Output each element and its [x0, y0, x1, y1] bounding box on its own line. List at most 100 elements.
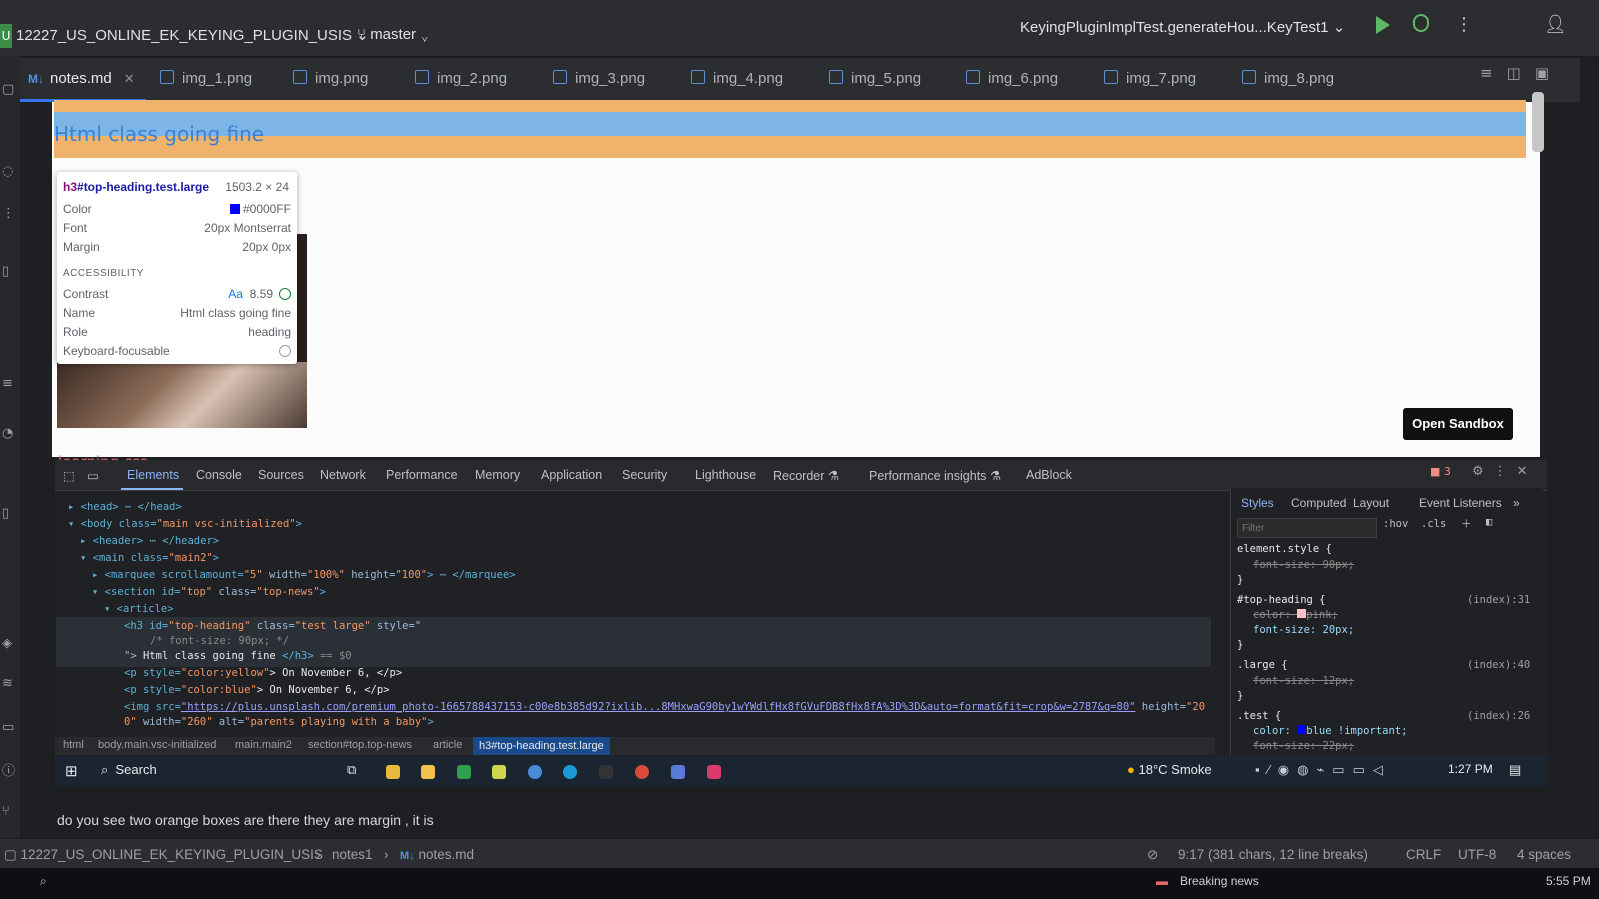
run-configuration-selector[interactable]: KeyingPluginImplTest.generateHou...KeyTe… [1020, 18, 1345, 36]
computed-sidebar-icon[interactable]: ◧ [1486, 516, 1492, 528]
css-property[interactable]: color: blue !important; [1253, 725, 1407, 737]
dom-node-p-yellow[interactable]: <p style="color:yellow"> On November 6, … [124, 667, 402, 679]
breadcrumb-file[interactable]: M↓ notes.md [400, 847, 474, 862]
dom-node-body[interactable]: ▾ <body class="main vsc-initialized"> [68, 518, 302, 530]
line-separator[interactable]: CRLF [1406, 847, 1441, 862]
dom-node-article[interactable]: ▾ <article> [104, 603, 174, 615]
commit-tool-icon[interactable]: ◌ [2, 164, 13, 179]
close-icon[interactable]: ✕ [124, 71, 135, 86]
editor-only-icon[interactable]: ≡ [1480, 64, 1507, 82]
preview-scrollbar[interactable] [1532, 92, 1544, 152]
tab-performance-insights[interactable]: Performance insights ⚗ [869, 468, 1001, 483]
news-ticker[interactable]: Breaking news [1180, 874, 1259, 888]
dom-node-section[interactable]: ▾ <section id="top" class="top-news"> [92, 586, 326, 598]
tab-event-listeners[interactable]: Event Listeners [1419, 496, 1502, 510]
taskbar-search[interactable]: ⌕ Search [101, 762, 157, 778]
tab-img-4[interactable]: img_4.png [691, 70, 783, 87]
more-icon[interactable]: ⋮ [1494, 464, 1517, 479]
css-property[interactable]: color: pink; [1253, 609, 1338, 621]
caret-position[interactable]: 9:17 (381 chars, 12 line breaks) [1178, 847, 1368, 862]
dom-node-header[interactable]: ▸ <header> ⋯ </header> [80, 535, 219, 547]
split-view-icon[interactable]: ◫ [1507, 64, 1535, 82]
intellij-icon[interactable] [707, 765, 721, 779]
tab-img-7[interactable]: img_7.png [1104, 70, 1196, 87]
tab-img[interactable]: img.png [293, 70, 368, 87]
tab-console[interactable]: Console [196, 468, 242, 482]
os-clock[interactable]: 5:55 PM [1546, 874, 1591, 888]
app-icon[interactable] [457, 765, 471, 779]
file-explorer-icon[interactable] [421, 765, 435, 779]
plugins-tool-icon[interactable]: ◈ [2, 636, 12, 651]
tab-styles[interactable]: Styles [1241, 496, 1274, 510]
project-tool-icon[interactable]: ▢ [2, 82, 14, 97]
crumb-h3[interactable]: h3#top-heading.test.large [473, 737, 610, 755]
dom-node-head[interactable]: ▸ <head> ⋯ </head> [68, 501, 182, 513]
browser-icon[interactable] [635, 765, 649, 779]
breadcrumb-folder[interactable]: notes1 [332, 847, 373, 862]
dom-node-img[interactable]: <img src="https://plus.unsplash.com/prem… [124, 701, 1205, 713]
notifications-icon[interactable]: ▤ [1509, 762, 1521, 778]
run-icon[interactable] [1376, 16, 1390, 34]
tab-memory[interactable]: Memory [475, 468, 520, 482]
system-tray-icons[interactable]: ▪∕◉◍⌁▭▭◁ [1255, 762, 1391, 778]
more-icon[interactable]: ⋮ [1455, 14, 1473, 35]
tab-elements[interactable]: Elements [127, 468, 179, 482]
markdown-paragraph[interactable]: do you see two orange boxes are there th… [57, 812, 434, 828]
database-tool-icon[interactable]: ▯ [2, 506, 9, 521]
tab-performance[interactable]: Performance [386, 468, 458, 482]
taskbar-clock[interactable]: 1:27 PM [1448, 762, 1493, 776]
tab-recorder[interactable]: Recorder ⚗ [773, 468, 839, 483]
tab-img-3[interactable]: img_3.png [553, 70, 645, 87]
tab-computed[interactable]: Computed [1291, 496, 1346, 510]
services-tool-icon[interactable]: ◔ [2, 426, 13, 441]
user-icon[interactable]: 👤︎ [1544, 14, 1567, 35]
crumb-article[interactable]: article [433, 739, 462, 751]
crumb-main[interactable]: main.main2 [235, 739, 292, 751]
tab-notes-md[interactable]: M↓ notes.md ✕ [28, 70, 135, 87]
error-count-badge[interactable]: ■ 3 [1430, 465, 1451, 478]
breadcrumb-project[interactable]: ▢ 12227_US_ONLINE_EK_KEYING_PLUGIN_USIS [4, 847, 323, 863]
rule-source-link[interactable]: (index):40 [1467, 659, 1530, 671]
weather-widget[interactable]: ● 18°C Smoke [1127, 762, 1212, 777]
bookmarks-tool-icon[interactable]: ▯ [2, 264, 9, 279]
task-view-icon[interactable]: ⧉ [347, 762, 356, 778]
open-sandbox-button[interactable]: Open Sandbox [1403, 408, 1513, 440]
tab-img-8[interactable]: img_8.png [1242, 70, 1334, 87]
structure-tool-icon[interactable]: ⋮ [2, 206, 15, 221]
settings-gear-icon[interactable]: ⚙ [1472, 464, 1494, 479]
dom-node-marquee[interactable]: ▸ <marquee scrollamount="5" width="100%"… [92, 569, 516, 581]
terminal-tool-icon[interactable]: ▭ [2, 720, 14, 735]
dom-node-p-blue[interactable]: <p style="color:blue"> On November 6, </… [124, 684, 390, 696]
no-inspections-icon[interactable]: ⊘ [1147, 847, 1158, 863]
git-tool-icon[interactable]: ⑂ [2, 804, 10, 819]
widgets-app-icon[interactable] [386, 765, 400, 779]
tab-img-6[interactable]: img_6.png [966, 70, 1058, 87]
tab-adblock[interactable]: AdBlock [1026, 468, 1072, 482]
tab-sources[interactable]: Sources [258, 468, 304, 482]
list-tool-icon[interactable]: ≡ [2, 376, 13, 391]
app-icon[interactable] [492, 765, 506, 779]
new-rule-icon[interactable]: ＋ [1461, 516, 1472, 531]
css-property[interactable]: font-size: 90px; [1253, 559, 1354, 571]
tab-application[interactable]: Application [541, 468, 602, 482]
crumb-html[interactable]: html [63, 739, 84, 751]
file-encoding[interactable]: UTF-8 [1458, 847, 1496, 862]
tab-img-5[interactable]: img_5.png [829, 70, 921, 87]
dom-node-img-cont[interactable]: 0" width="260" alt="parents playing with… [124, 716, 434, 728]
dom-h3-content[interactable]: "> Html class going fine </h3> == $0 [124, 650, 352, 662]
inspect-element-icon[interactable]: ⬚ [63, 468, 75, 483]
hover-state-toggle[interactable]: :hov [1383, 518, 1408, 530]
search-icon[interactable]: ⌕ [40, 874, 47, 889]
class-toggle[interactable]: .cls [1421, 518, 1446, 530]
app-icon[interactable] [671, 765, 685, 779]
indent-setting[interactable]: 4 spaces [1517, 847, 1571, 862]
close-icon[interactable]: ✕ [1517, 464, 1538, 479]
preview-only-icon[interactable]: ▣ [1535, 64, 1563, 82]
css-property[interactable]: font-size: 20px; [1253, 624, 1354, 636]
crumb-section[interactable]: section#top.top-news [308, 739, 412, 751]
rule-source-link[interactable]: (index):31 [1467, 594, 1530, 606]
rule-source-link[interactable]: (index):26 [1467, 710, 1530, 722]
css-property[interactable]: font-size: 12px; [1253, 675, 1354, 687]
edge-icon[interactable] [563, 765, 577, 779]
device-toolbar-icon[interactable]: ▭ [87, 468, 99, 483]
